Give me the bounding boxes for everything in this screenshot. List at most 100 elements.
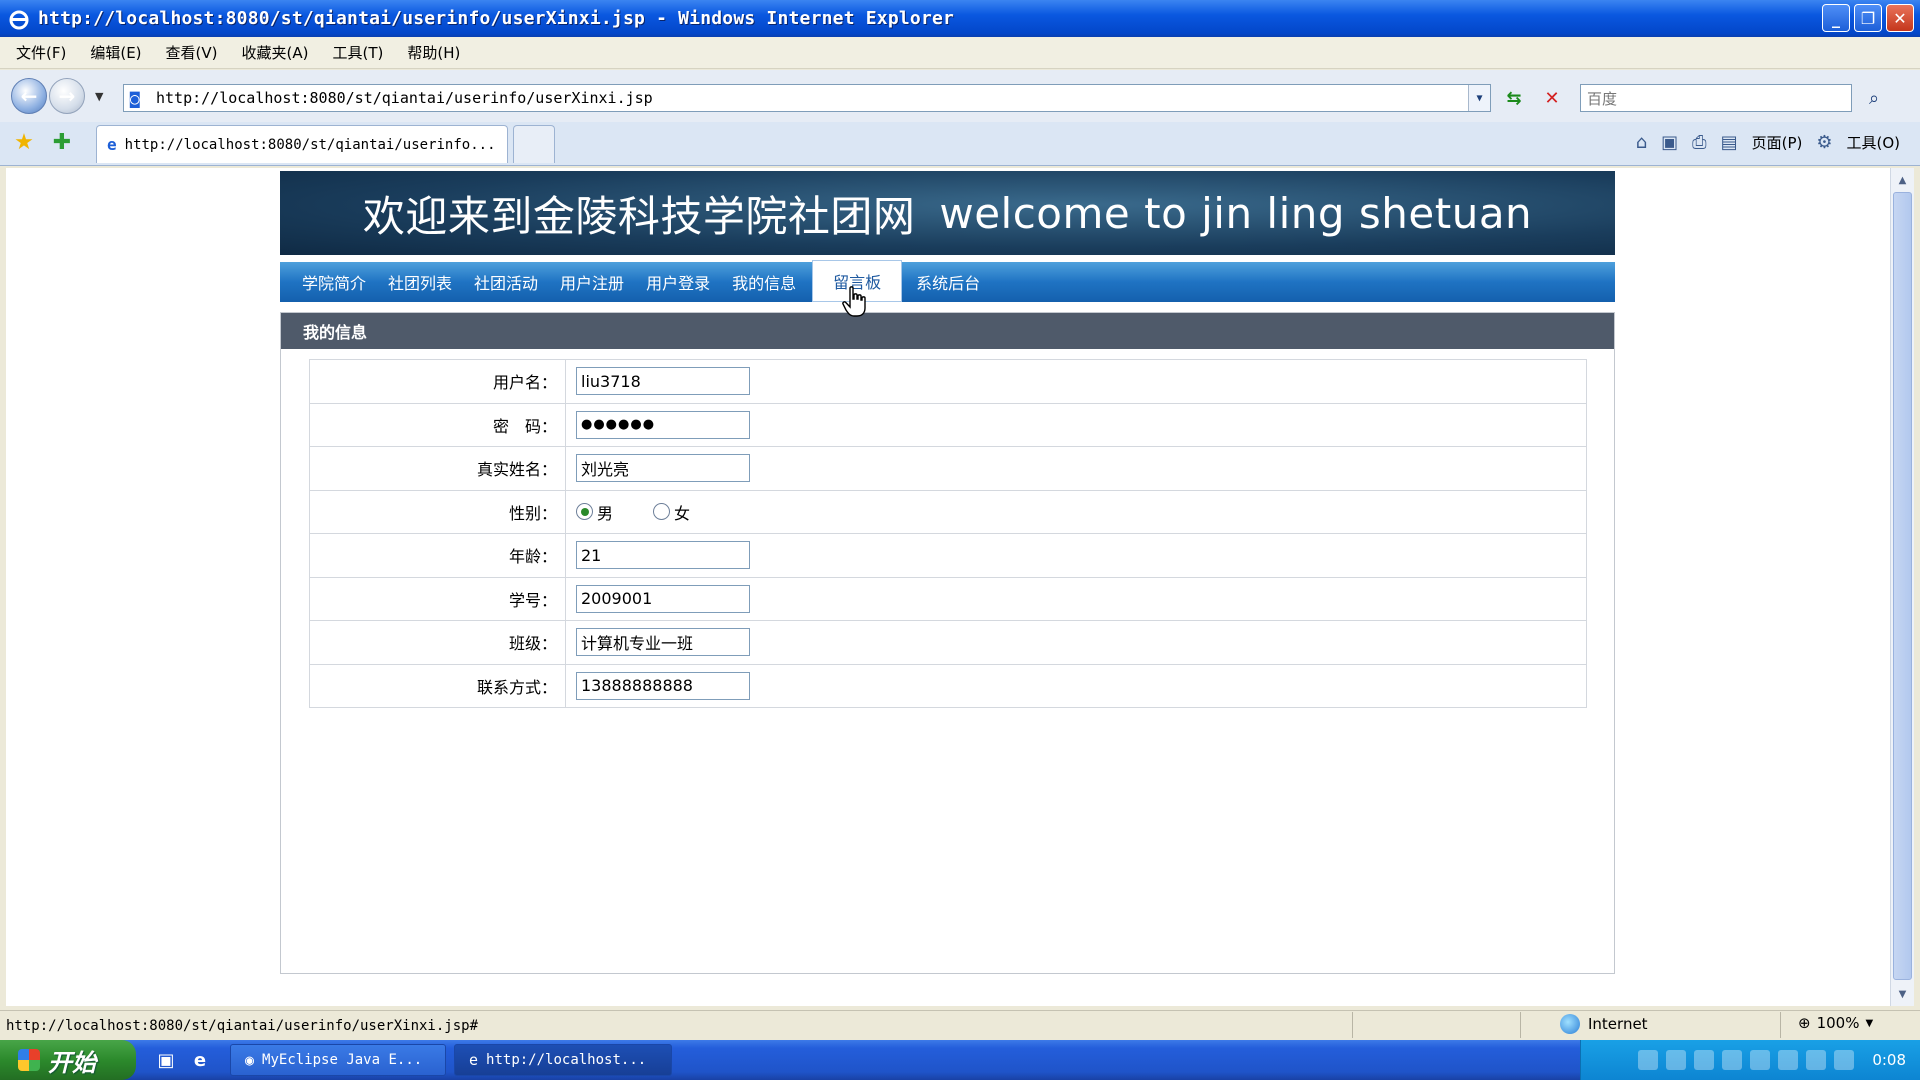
security-zone[interactable]: Internet bbox=[1560, 1014, 1648, 1034]
nav-item-login[interactable]: 用户登录 bbox=[646, 262, 710, 302]
window-title: http://localhost:8080/st/qiantai/userinf… bbox=[38, 8, 955, 29]
nav-item-club-list[interactable]: 社团列表 bbox=[388, 262, 452, 302]
tools-menu[interactable]: 工具(O) bbox=[1846, 132, 1900, 153]
zoom-control[interactable]: ⊕ 100% ▼ bbox=[1798, 1014, 1873, 1032]
browser-tab[interactable]: e http://localhost:8080/st/qiantai/useri… bbox=[96, 125, 508, 163]
stop-button[interactable]: ✕ bbox=[1538, 84, 1566, 112]
close-button[interactable]: ✕ bbox=[1886, 4, 1914, 32]
banner-title-en: welcome to jin ling shetuan bbox=[939, 188, 1533, 238]
shield-icon[interactable] bbox=[1834, 1050, 1855, 1070]
my-info-section: 我的信息 用户名： liu3718 密 码： ●●●●●● 真实姓名： 刘光亮 … bbox=[280, 312, 1615, 974]
nav-item-my-info[interactable]: 我的信息 bbox=[732, 262, 796, 302]
page-menu-icon: ▤ bbox=[1720, 131, 1738, 153]
stop-icon: ✕ bbox=[1544, 87, 1560, 109]
status-separator bbox=[1520, 1012, 1521, 1038]
zoom-icon: ⊕ bbox=[1798, 1014, 1811, 1032]
address-dropdown-icon[interactable]: ▼ bbox=[1468, 85, 1490, 111]
print-icon[interactable]: ⎙ bbox=[1692, 132, 1706, 153]
back-button[interactable]: ← bbox=[11, 78, 47, 114]
gender-female-radio[interactable] bbox=[653, 503, 671, 521]
vertical-scrollbar[interactable]: ▲ ▼ bbox=[1890, 168, 1914, 1006]
tray-app-icon[interactable] bbox=[1722, 1050, 1743, 1070]
page-icon: ◙ bbox=[130, 89, 140, 108]
search-button[interactable]: ⌕ bbox=[1860, 84, 1888, 112]
nav-item-club-activities[interactable]: 社团活动 bbox=[474, 262, 538, 302]
age-field[interactable]: 21 bbox=[576, 541, 750, 570]
quicklaunch-ie-icon[interactable]: e bbox=[186, 1046, 214, 1074]
contact-label: 联系方式： bbox=[309, 663, 566, 708]
feeds-icon[interactable]: ▣ bbox=[1661, 132, 1678, 153]
nav-item-college-intro[interactable]: 学院简介 bbox=[302, 262, 366, 302]
add-favorites-icon[interactable]: ✚ bbox=[48, 128, 76, 156]
form-row-age: 年龄： 21 bbox=[309, 533, 1587, 578]
hand-cursor-icon bbox=[842, 286, 866, 317]
command-bar: ⌂ ▣ ⎙ ▤ 页面(P) ⚙ 工具(O) bbox=[1636, 128, 1900, 156]
menu-file[interactable]: 文件(F) bbox=[16, 42, 66, 63]
form-row-gender: 性别： 男 女 bbox=[309, 489, 1587, 534]
form-row-realname: 真实姓名： 刘光亮 bbox=[309, 446, 1587, 491]
refresh-button[interactable]: ⇆ bbox=[1500, 84, 1528, 112]
scroll-up-icon[interactable]: ▲ bbox=[1893, 170, 1912, 190]
system-tray: 0:08 bbox=[1580, 1040, 1920, 1080]
site-banner: 欢迎来到金陵科技学院社团网 welcome to jin ling shetua… bbox=[280, 171, 1615, 255]
minimize-button[interactable]: _ bbox=[1822, 4, 1850, 32]
gender-male-label: 男 bbox=[597, 503, 614, 523]
windows-logo-icon bbox=[18, 1049, 40, 1071]
user-info-form: 用户名： liu3718 密 码： ●●●●●● 真实姓名： 刘光亮 性别： 男 bbox=[309, 359, 1587, 708]
scroll-down-icon[interactable]: ▼ bbox=[1893, 984, 1912, 1004]
gender-label: 性别： bbox=[309, 489, 566, 534]
zoom-dropdown-icon: ▼ bbox=[1865, 1017, 1874, 1029]
status-url: http://localhost:8080/st/qiantai/userinf… bbox=[6, 1017, 479, 1034]
task-ie[interactable]: e http://localhost... bbox=[454, 1044, 672, 1076]
history-dropdown-icon[interactable]: ▼ bbox=[95, 90, 103, 103]
password-field[interactable]: ●●●●●● bbox=[576, 410, 750, 439]
status-separator bbox=[1352, 1012, 1353, 1038]
qq-icon[interactable] bbox=[1750, 1050, 1771, 1070]
age-label: 年龄： bbox=[309, 533, 566, 578]
task-myeclipse[interactable]: ◉ MyEclipse Java E... bbox=[230, 1044, 446, 1076]
quicklaunch-desktop-icon[interactable]: ▣ bbox=[152, 1046, 180, 1074]
keyboard-icon[interactable] bbox=[1638, 1050, 1659, 1070]
menu-help[interactable]: 帮助(H) bbox=[407, 42, 460, 63]
realname-field[interactable]: 刘光亮 bbox=[576, 454, 750, 483]
username-field[interactable]: liu3718 bbox=[576, 367, 750, 396]
nav-item-register[interactable]: 用户注册 bbox=[560, 262, 624, 302]
forward-button[interactable]: → bbox=[49, 78, 85, 114]
menu-favorites[interactable]: 收藏夹(A) bbox=[242, 42, 309, 63]
zoom-level: 100% bbox=[1816, 1014, 1860, 1032]
menu-view[interactable]: 查看(V) bbox=[166, 42, 218, 63]
scroll-thumb[interactable] bbox=[1893, 192, 1912, 980]
start-button[interactable]: 开始 bbox=[0, 1040, 136, 1080]
myeclipse-icon: ◉ bbox=[245, 1051, 255, 1069]
contact-field[interactable]: 13888888888 bbox=[576, 671, 750, 700]
back-arrow-icon: ← bbox=[20, 84, 38, 108]
gender-male-radio[interactable] bbox=[576, 503, 593, 521]
maximize-button[interactable]: ❐ bbox=[1854, 4, 1882, 32]
ie-icon bbox=[8, 8, 30, 30]
window-title-bar[interactable]: http://localhost:8080/st/qiantai/userinf… bbox=[0, 0, 1920, 37]
search-input[interactable]: 百度 bbox=[1580, 84, 1852, 112]
network-icon[interactable] bbox=[1694, 1050, 1715, 1070]
home-icon[interactable]: ⌂ bbox=[1636, 132, 1647, 153]
tray-app-icon[interactable] bbox=[1806, 1050, 1827, 1070]
tray-app-icon[interactable] bbox=[1778, 1050, 1799, 1070]
address-input[interactable]: ◙ http://localhost:8080/st/qiantai/useri… bbox=[123, 84, 1491, 112]
forward-arrow-icon: → bbox=[58, 84, 76, 108]
new-tab-button[interactable] bbox=[513, 125, 555, 163]
menu-bar: 文件(F) 编辑(E) 查看(V) 收藏夹(A) 工具(T) 帮助(H) bbox=[0, 37, 1920, 69]
zone-label: Internet bbox=[1588, 1015, 1648, 1033]
class-field[interactable]: 计算机专业一班 bbox=[576, 628, 750, 657]
menu-tools[interactable]: 工具(T) bbox=[332, 42, 383, 63]
menu-edit[interactable]: 编辑(E) bbox=[90, 42, 141, 63]
student-id-field[interactable]: 2009001 bbox=[576, 584, 750, 613]
form-row-username: 用户名： liu3718 bbox=[309, 359, 1587, 404]
nav-item-admin[interactable]: 系统后台 bbox=[916, 262, 980, 302]
start-label: 开始 bbox=[48, 1048, 96, 1077]
realname-label: 真实姓名： bbox=[309, 446, 566, 491]
page-menu[interactable]: 页面(P) bbox=[1752, 132, 1803, 153]
favorites-star-icon[interactable]: ★ bbox=[10, 128, 38, 156]
tray-arrow-icon[interactable] bbox=[1666, 1050, 1687, 1070]
gear-icon: ⚙ bbox=[1816, 131, 1833, 153]
status-separator bbox=[1780, 1012, 1781, 1038]
clock[interactable]: 0:08 bbox=[1872, 1051, 1906, 1069]
